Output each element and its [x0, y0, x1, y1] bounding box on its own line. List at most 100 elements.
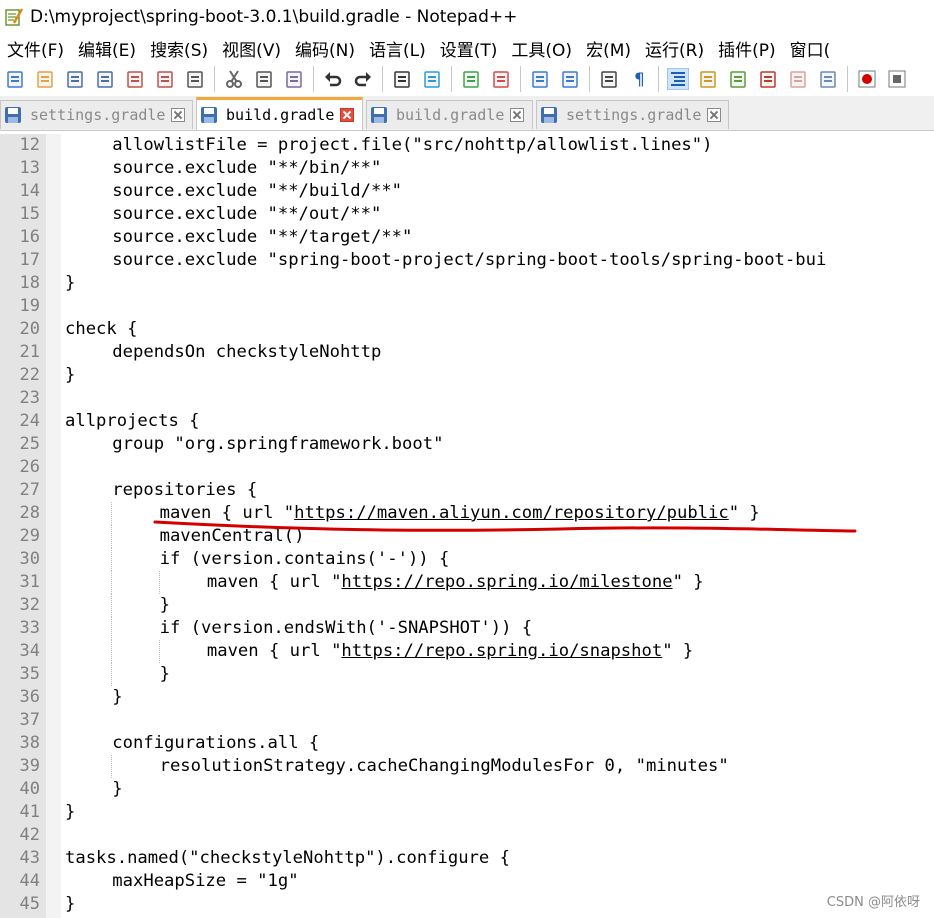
word-wrap-icon[interactable] — [597, 67, 621, 91]
zoom-out-icon[interactable] — [489, 67, 513, 91]
stop-macro-icon[interactable] — [885, 67, 909, 91]
line-number: 14 — [19, 181, 40, 201]
line-number: 30 — [19, 549, 40, 569]
line-number: 23 — [19, 388, 40, 408]
tab-settings-gradle[interactable]: settings.gradle — [0, 100, 193, 129]
print-icon[interactable] — [183, 67, 207, 91]
indent-guide — [111, 571, 113, 594]
menu-item[interactable]: 宏(M) — [579, 36, 638, 61]
menu-item[interactable]: 搜索(S) — [143, 36, 215, 61]
tab-build-gradle[interactable]: build.gradle — [366, 100, 533, 129]
code-prefix: maven { url " — [159, 503, 295, 523]
line-number: 25 — [19, 434, 40, 454]
indent-guide — [111, 640, 113, 663]
tab-bar: settings.gradle build.gradle build.gradle s… — [0, 96, 934, 131]
show-all-chars-icon[interactable]: ¶ — [627, 67, 651, 91]
close-tab-icon[interactable] — [707, 108, 722, 122]
code-text: } — [65, 894, 76, 914]
code-editor[interactable]: 12 allowlistFile = project.file("src/noht… — [0, 134, 934, 918]
menu-item[interactable]: 插件(P) — [711, 36, 783, 61]
code-url[interactable]: https://maven.aliyun.com/repository/publ… — [294, 503, 729, 523]
menu-item[interactable]: 运行(R) — [638, 36, 711, 61]
code-text: source.exclude "spring-boot-project/spri… — [112, 250, 827, 270]
save-disk-icon — [200, 106, 218, 124]
menu-item[interactable]: 工具(O) — [504, 36, 579, 61]
record-macro-icon[interactable] — [855, 67, 879, 91]
code-line: 12 allowlistFile = project.file("src/noht… — [0, 134, 934, 157]
redo-icon[interactable] — [351, 67, 375, 91]
code-line: 32} — [0, 594, 934, 617]
menu-item[interactable]: 窗口( — [783, 36, 838, 61]
code-line: 18} — [0, 272, 934, 295]
code-text: group "org.springframework.boot" — [112, 434, 444, 454]
line-number: 18 — [19, 273, 40, 293]
indent-guide — [111, 525, 113, 548]
code-text: if (version.endsWith('-SNAPSHOT')) { — [159, 618, 533, 638]
line-number: 41 — [19, 802, 40, 822]
line-number: 45 — [19, 894, 40, 914]
code-suffix: " } — [728, 503, 760, 523]
code-line: 19 — [0, 295, 934, 318]
line-number: 29 — [19, 526, 40, 546]
menu-item[interactable]: 视图(V) — [215, 36, 288, 61]
code-url[interactable]: https://repo.spring.io/snapshot — [341, 641, 662, 661]
find-icon[interactable] — [390, 67, 414, 91]
tab-label: build.gradle — [226, 106, 335, 124]
line-number: 40 — [19, 779, 40, 799]
copy-icon[interactable] — [252, 67, 276, 91]
tab-settings-gradle[interactable]: settings.gradle — [536, 100, 729, 129]
menu-item[interactable]: 编码(N) — [288, 36, 362, 61]
menu-item[interactable]: 文件(F) — [0, 36, 71, 61]
toolbar-separator — [847, 66, 848, 92]
menu-item[interactable]: 语言(L) — [362, 36, 433, 61]
code-line: 40} — [0, 778, 934, 801]
code-line: 29 mavenCentral() — [0, 525, 934, 548]
indent-guide — [111, 617, 113, 640]
line-number: 39 — [19, 756, 40, 776]
doc-map-icon[interactable] — [726, 67, 750, 91]
indent-guide-icon[interactable] — [666, 67, 690, 91]
menu-bar: 文件(F) 编辑(E) 搜索(S) 视图(V) 编码(N) 语言(L) 设置(T) 工具(O)… — [0, 34, 934, 62]
cut-icon[interactable] — [222, 67, 246, 91]
code-url[interactable]: https://repo.spring.io/milestone — [341, 572, 672, 592]
udl-icon[interactable] — [696, 67, 720, 91]
line-number: 21 — [19, 342, 40, 362]
code-text: maven { url "https://repo.spring.io/mile… — [207, 571, 704, 594]
line-number: 31 — [19, 572, 40, 592]
watermark: CSDN @阿依呀 — [826, 895, 920, 910]
line-number: 34 — [19, 641, 40, 661]
close-icon[interactable] — [123, 67, 147, 91]
folder-workspace-icon[interactable] — [786, 67, 810, 91]
code-text: source.exclude "**/out/**" — [112, 204, 382, 224]
sync-vertical-icon[interactable] — [528, 67, 552, 91]
menu-item[interactable]: 编辑(E) — [71, 36, 143, 61]
code-text: tasks.named("checkstyleNohttp").configur… — [65, 848, 510, 868]
close-tab-icon[interactable] — [510, 108, 525, 122]
tab-build-gradle[interactable]: build.gradle — [196, 97, 363, 130]
close-all-icon[interactable] — [153, 67, 177, 91]
function-list-icon[interactable] — [756, 67, 780, 91]
sync-horizontal-icon[interactable] — [558, 67, 582, 91]
undo-icon[interactable] — [321, 67, 345, 91]
new-file-icon[interactable] — [3, 67, 27, 91]
code-line: 21 dependsOn checkstyleNohttp — [0, 341, 934, 364]
code-text: } — [159, 595, 170, 615]
monitor-icon[interactable] — [816, 67, 840, 91]
menu-item[interactable]: 设置(T) — [433, 36, 505, 61]
line-number: 42 — [19, 825, 40, 845]
code-line: 41} — [0, 801, 934, 824]
code-line: 45} — [0, 893, 934, 916]
code-text: configurations.all { — [112, 733, 320, 753]
line-number: 27 — [19, 480, 40, 500]
window-title: D:\myproject\spring-boot-3.0.1\build.gra… — [30, 7, 518, 27]
zoom-in-icon[interactable] — [459, 67, 483, 91]
save-all-icon[interactable] — [93, 67, 117, 91]
code-line: 39 resolutionStrategy.cacheChangingModule… — [0, 755, 934, 778]
replace-icon[interactable] — [420, 67, 444, 91]
close-tab-icon[interactable] — [171, 108, 186, 122]
code-text: dependsOn checkstyleNohttp — [112, 342, 382, 362]
paste-icon[interactable] — [282, 67, 306, 91]
close-tab-icon[interactable] — [340, 108, 355, 122]
open-file-icon[interactable] — [33, 67, 57, 91]
save-icon[interactable] — [63, 67, 87, 91]
